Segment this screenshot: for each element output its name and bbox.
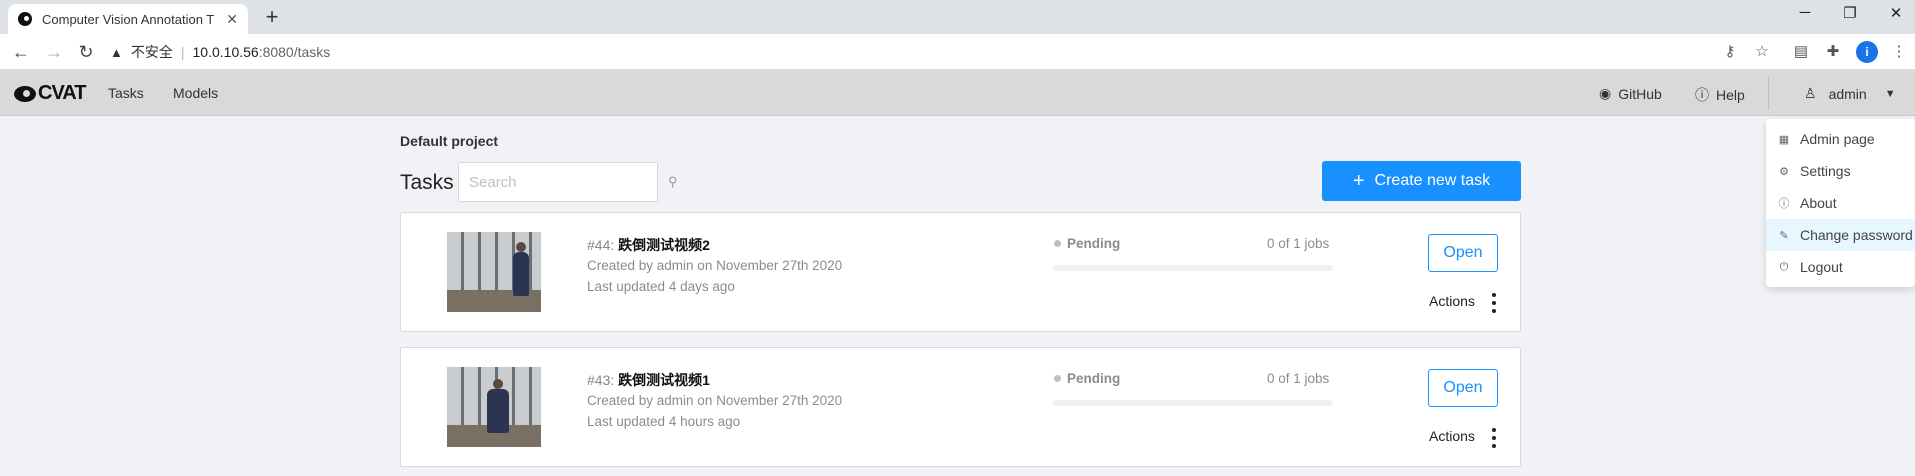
browser-tab[interactable]: Computer Vision Annotation T ✕ <box>8 4 248 34</box>
task-id: #44: <box>587 237 615 253</box>
nav-models[interactable]: Models <box>173 85 218 101</box>
task-jobs: 0 of 1 jobs <box>1267 236 1330 251</box>
task-id: #43: <box>587 372 615 388</box>
cvat-logo-icon <box>14 85 36 102</box>
user-label: admin <box>1828 85 1867 102</box>
cvat-favicon-icon <box>18 12 32 26</box>
status-label: Pending <box>1067 236 1121 251</box>
menu-item-change-password[interactable]: ✎ Change password <box>1766 219 1915 251</box>
task-card: #43: 跌倒测试视频1 Created by admin on Novembe… <box>400 347 1521 467</box>
create-task-label: Create new task <box>1374 172 1491 189</box>
status-dot-icon <box>1054 240 1061 247</box>
page-title: Tasks <box>400 171 454 194</box>
cvat-logo[interactable]: CVAT <box>14 82 86 105</box>
menu-item-logout[interactable]: ⏻ Logout <box>1766 251 1915 283</box>
actions-label[interactable]: Actions <box>1429 428 1475 444</box>
menu-item-label: Admin page <box>1800 131 1875 147</box>
status-label: Pending <box>1067 371 1121 386</box>
user-icon: ♙ <box>1804 85 1817 101</box>
create-task-button[interactable]: + Create new task <box>1322 161 1521 201</box>
task-updated: Last updated 4 days ago <box>587 279 735 294</box>
menu-item-about[interactable]: ⓘ About <box>1766 187 1915 219</box>
header-divider <box>1768 76 1769 110</box>
close-window-icon[interactable]: ✕ <box>1884 4 1908 22</box>
key-icon[interactable]: ⚷ <box>1719 42 1741 60</box>
task-jobs: 0 of 1 jobs <box>1267 371 1330 386</box>
project-title: Default project <box>400 133 499 149</box>
profile-avatar[interactable]: i <box>1856 41 1878 63</box>
tab-title: Computer Vision Annotation T <box>42 11 215 27</box>
gear-icon: ⚙ <box>1779 165 1789 178</box>
url-path: :8080/tasks <box>258 44 331 60</box>
star-icon[interactable]: ☆ <box>1751 42 1773 60</box>
browser-menu-icon[interactable]: ⋮ <box>1888 42 1910 60</box>
task-status: Pending <box>1054 236 1120 251</box>
menu-item-label: Logout <box>1800 259 1843 275</box>
nav-tasks[interactable]: Tasks <box>108 85 144 101</box>
plus-icon: + <box>1352 170 1365 192</box>
task-progress-bar <box>1053 265 1333 271</box>
open-button[interactable]: Open <box>1428 369 1498 407</box>
search-box[interactable]: ⚲ <box>458 162 678 202</box>
warning-icon: ▲ <box>110 44 123 60</box>
task-preview-image[interactable] <box>447 367 541 447</box>
user-menu-trigger[interactable]: ♙ admin ▼ <box>1804 85 1896 102</box>
task-name: 跌倒测试视频2 <box>618 237 710 253</box>
help-label: Help <box>1716 87 1745 103</box>
task-preview-image[interactable] <box>447 232 541 312</box>
restore-icon[interactable]: ❐ <box>1838 4 1862 22</box>
status-dot-icon <box>1054 375 1061 382</box>
reload-icon[interactable]: ↻ <box>75 41 97 63</box>
user-dropdown-menu: ▦ Admin page ⚙ Settings ⓘ About ✎ Change… <box>1766 119 1915 287</box>
task-name: 跌倒测试视频1 <box>618 372 710 388</box>
task-created: Created by admin on November 27th 2020 <box>587 393 843 408</box>
open-button[interactable]: Open <box>1428 234 1498 272</box>
caret-down-icon: ▼ <box>1884 87 1896 100</box>
extensions-icon[interactable]: ✚ <box>1822 42 1844 60</box>
more-icon[interactable] <box>1489 428 1499 448</box>
app-header: CVAT Tasks Models ◉ GitHub ⓘ Help ♙ admi… <box>0 70 1915 116</box>
logo-text: CVAT <box>38 82 86 104</box>
url-separator: | <box>180 44 185 60</box>
task-title: #43: 跌倒测试视频1 <box>587 370 710 390</box>
help-link[interactable]: ⓘ Help <box>1695 85 1745 105</box>
back-icon[interactable]: ← <box>10 41 32 63</box>
edit-icon: ✎ <box>1779 229 1789 242</box>
search-icon[interactable]: ⚲ <box>668 174 678 190</box>
actions-label[interactable]: Actions <box>1429 293 1475 309</box>
task-status: Pending <box>1054 371 1120 386</box>
new-tab-button[interactable]: + <box>260 5 284 29</box>
task-progress-bar <box>1053 400 1333 406</box>
task-created: Created by admin on November 27th 2020 <box>587 258 843 273</box>
minimize-icon[interactable]: ─ <box>1793 4 1817 21</box>
menu-item-label: Change password <box>1800 227 1913 243</box>
info-icon: ⓘ <box>1778 198 1790 210</box>
forward-icon[interactable]: → <box>43 41 65 63</box>
more-icon[interactable] <box>1489 293 1499 313</box>
address-bar[interactable]: ▲ 不安全 | 10.0.10.56:8080/tasks <box>110 39 1770 65</box>
menu-item-settings[interactable]: ⚙ Settings <box>1766 155 1915 187</box>
task-card: #44: 跌倒测试视频2 Created by admin on Novembe… <box>400 212 1521 332</box>
browser-toolbar: ← → ↻ ▲ 不安全 | 10.0.10.56:8080/tasks ⚷ ☆ … <box>0 34 1915 70</box>
logout-icon: ⏻ <box>1779 260 1789 273</box>
question-icon: ⓘ <box>1695 87 1709 103</box>
menu-item-admin-page[interactable]: ▦ Admin page <box>1766 123 1915 155</box>
browser-tab-strip: Computer Vision Annotation T ✕ + ─ ❐ ✕ <box>0 0 1915 34</box>
url-host: 10.0.10.56 <box>192 44 259 60</box>
menu-item-label: About <box>1800 195 1837 211</box>
task-title: #44: 跌倒测试视频2 <box>587 235 710 255</box>
github-icon: ◉ <box>1599 85 1612 101</box>
github-label: GitHub <box>1618 85 1662 102</box>
github-link[interactable]: ◉ GitHub <box>1599 85 1662 102</box>
menu-item-label: Settings <box>1800 163 1851 179</box>
search-input[interactable] <box>469 173 668 191</box>
reading-list-icon[interactable]: ▤ <box>1790 42 1812 60</box>
tab-close-icon[interactable]: ✕ <box>226 11 238 28</box>
admin-icon: ▦ <box>1778 133 1790 146</box>
not-secure-label: 不安全 <box>130 44 173 60</box>
task-updated: Last updated 4 hours ago <box>587 414 741 429</box>
